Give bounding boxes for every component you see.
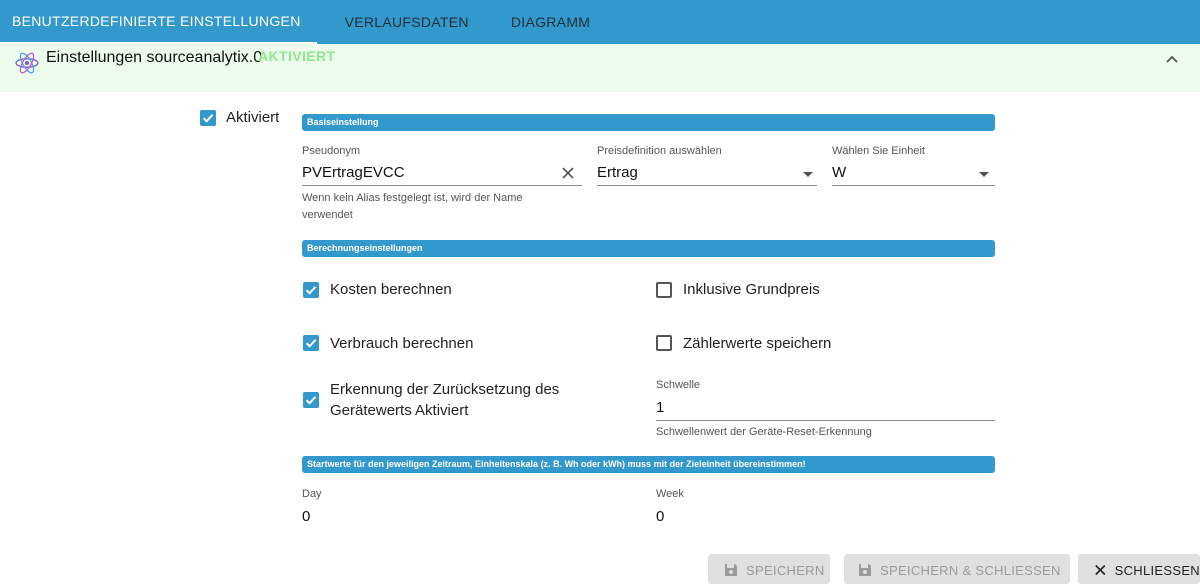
accordion-title: Einstellungen sourceanalytix.0 — [46, 49, 263, 66]
price-label: Preisdefinition auswählen — [597, 145, 722, 157]
unit-underline — [832, 185, 995, 186]
price-select[interactable]: Ertrag — [597, 164, 638, 181]
save-close-button-label: SPEICHERN & SCHLIESSEN — [880, 563, 1061, 578]
reset-detection-label-line1: Erkennung der Zurücksetzung des — [330, 381, 560, 398]
unit-label: Wählen Sie Einheit — [832, 145, 925, 157]
save-button-label: SPEICHERN — [746, 563, 825, 578]
threshold-helper: Schwellenwert der Geräte-Reset-Erkennung — [656, 426, 872, 438]
price-underline — [597, 185, 817, 186]
alias-input[interactable]: PVErtragEVCC — [302, 164, 405, 181]
consumption-label: Verbrauch berechnen — [330, 335, 474, 352]
tab-spacer — [317, 0, 331, 44]
tab-chart[interactable]: DIAGRAMM — [497, 0, 604, 44]
check-icon — [305, 396, 317, 405]
enabled-label: Aktiviert — [226, 109, 280, 126]
meter-values-label: Zählerwerte speichern — [683, 335, 832, 352]
day-input[interactable]: 0 — [302, 508, 310, 525]
section-start-values: Startwerte für den jeweiligen Zeitraum, … — [302, 456, 995, 473]
check-icon — [202, 114, 214, 123]
base-price-checkbox[interactable] — [656, 282, 672, 298]
tab-custom-settings[interactable]: BENUTZERDEFINIERTE EINSTELLUNGEN — [0, 0, 317, 44]
reset-detection-checkbox[interactable] — [303, 392, 319, 408]
meter-values-checkbox[interactable] — [656, 335, 672, 351]
close-button[interactable]: SCHLIESSEN — [1078, 554, 1200, 584]
alias-underline — [302, 185, 582, 186]
status-badge: AKTIVIERT — [258, 48, 336, 64]
check-icon — [305, 286, 317, 295]
alias-label: Pseudonym — [302, 145, 361, 157]
tab-spacer — [483, 0, 497, 44]
dropdown-arrow-icon[interactable] — [803, 172, 813, 177]
week-input[interactable]: 0 — [656, 508, 664, 525]
dropdown-arrow-icon[interactable] — [979, 172, 989, 177]
week-label: Week — [656, 488, 684, 500]
save-button[interactable]: SPEICHERN — [708, 554, 830, 584]
clear-icon[interactable] — [561, 166, 575, 180]
enabled-checkbox[interactable] — [200, 110, 216, 126]
tab-history-data[interactable]: VERLAUFSDATEN — [331, 0, 483, 44]
check-icon — [305, 339, 317, 348]
tab-bar: BENUTZERDEFINIERTE EINSTELLUNGEN VERLAUF… — [0, 0, 1200, 44]
threshold-input[interactable]: 1 — [656, 399, 664, 416]
atom-icon — [15, 52, 39, 74]
consumption-checkbox[interactable] — [303, 335, 319, 351]
close-button-label: SCHLIESSEN — [1114, 563, 1200, 578]
chevron-up-icon[interactable] — [1164, 52, 1180, 68]
alias-helper-line2: verwendet — [302, 209, 353, 221]
costs-label: Kosten berechnen — [330, 281, 452, 298]
threshold-label: Schwelle — [656, 379, 701, 391]
section-calculation-settings: Berechnungseinstellungen — [302, 240, 995, 257]
threshold-underline — [656, 420, 995, 421]
costs-checkbox[interactable] — [303, 282, 319, 298]
day-label: Day — [302, 488, 322, 500]
save-close-button[interactable]: SPEICHERN & SCHLIESSEN — [844, 554, 1070, 584]
unit-select[interactable]: W — [832, 164, 846, 181]
section-basic-settings: Basiseinstellung — [302, 114, 995, 131]
base-price-label: Inklusive Grundpreis — [683, 281, 820, 298]
settings-accordion-header[interactable]: Einstellungen sourceanalytix.0 AKTIVIERT — [0, 44, 1200, 92]
reset-detection-label-line2: Gerätewerts Aktiviert — [330, 402, 469, 419]
alias-helper-line1: Wenn kein Alias festgelegt ist, wird der… — [302, 192, 523, 204]
